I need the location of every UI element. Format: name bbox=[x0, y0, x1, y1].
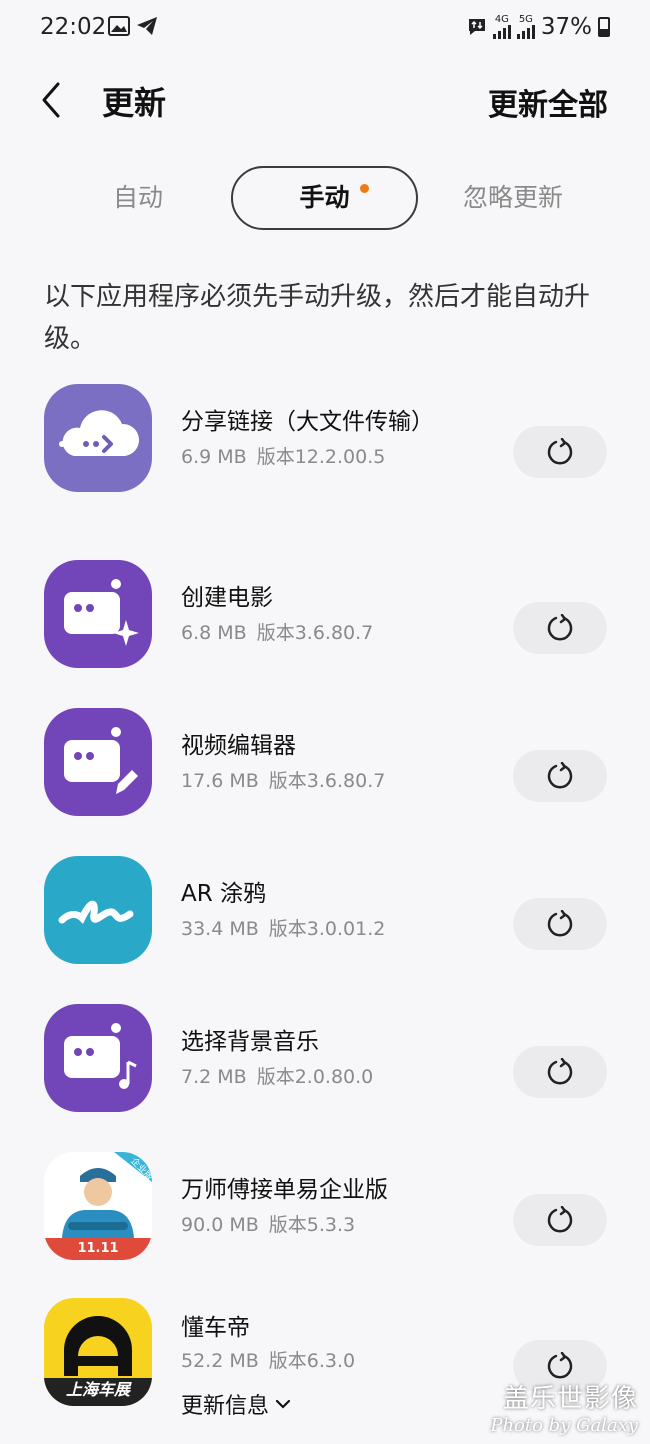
refresh-icon bbox=[547, 614, 573, 641]
app-name: 视频编辑器 bbox=[181, 733, 296, 759]
app-name: 创建电影 bbox=[181, 585, 273, 611]
app-list-item[interactable]: 企业版 11.11 万师傅接单易企业版 90.0 MB 版本5.3.3 bbox=[0, 1152, 650, 1292]
icon-banner: 11.11 bbox=[77, 1241, 119, 1256]
update-button[interactable] bbox=[513, 602, 607, 654]
app-bar: 更新 更新全部 bbox=[0, 70, 650, 130]
background-music-icon bbox=[44, 1004, 152, 1112]
app-size: 52.2 MB bbox=[181, 1350, 259, 1372]
refresh-icon bbox=[547, 1058, 573, 1085]
signal-5g: 5G bbox=[516, 15, 535, 39]
data-transfer-icon bbox=[468, 19, 485, 35]
app-version: 版本2.0.80.0 bbox=[256, 1066, 374, 1088]
app-size: 6.9 MB bbox=[181, 446, 247, 468]
update-button[interactable] bbox=[513, 1046, 607, 1098]
chevron-down-icon bbox=[275, 1399, 291, 1409]
battery-icon bbox=[598, 17, 610, 37]
app-size: 7.2 MB bbox=[181, 1066, 247, 1088]
tab-manual-label: 手动 bbox=[299, 183, 350, 212]
app-name: 懂车帝 bbox=[181, 1315, 250, 1341]
app-version: 版本5.3.3 bbox=[268, 1214, 356, 1236]
ar-doodle-icon bbox=[44, 856, 152, 964]
tab-auto[interactable]: 自动 bbox=[80, 166, 196, 230]
movie-maker-icon bbox=[44, 560, 152, 668]
tab-ignore-updates[interactable]: 忽略更新 bbox=[448, 166, 578, 230]
manual-update-description: 以下应用程序必须先手动升级，然后才能自动升级。 bbox=[44, 282, 591, 354]
app-name: 万师傅接单易企业版 bbox=[181, 1177, 388, 1203]
update-button[interactable] bbox=[513, 750, 607, 802]
app-meta: 7.2 MB 版本2.0.80.0 bbox=[181, 1062, 373, 1089]
app-meta: 90.0 MB 版本5.3.3 bbox=[181, 1210, 355, 1237]
app-version: 版本6.3.0 bbox=[268, 1350, 356, 1372]
update-button[interactable] bbox=[513, 1194, 607, 1246]
app-meta: 17.6 MB 版本3.6.80.7 bbox=[181, 766, 385, 793]
update-button[interactable] bbox=[513, 426, 607, 478]
app-meta: 6.8 MB 版本3.6.80.7 bbox=[181, 618, 373, 645]
watermark-title: 盖乐世影像 bbox=[502, 1384, 638, 1414]
update-button[interactable] bbox=[513, 898, 607, 950]
app-version: 版本3.0.01.2 bbox=[268, 918, 386, 940]
refresh-icon bbox=[547, 1206, 573, 1233]
app-name: 分享链接（大文件传输） bbox=[181, 409, 434, 435]
app-version: 版本3.6.80.7 bbox=[256, 622, 374, 644]
update-all-button[interactable]: 更新全部 bbox=[488, 80, 608, 124]
app-list-item[interactable]: 选择背景音乐 7.2 MB 版本2.0.80.0 bbox=[0, 1004, 650, 1144]
page-title: 更新 bbox=[102, 84, 167, 122]
gallery-notification-icon bbox=[108, 16, 130, 36]
app-list-item[interactable]: AR 涂鸦 33.4 MB 版本3.0.01.2 bbox=[0, 856, 650, 996]
icon-banner: 上海车展 bbox=[65, 1380, 130, 1399]
app-size: 6.8 MB bbox=[181, 622, 247, 644]
app-size: 17.6 MB bbox=[181, 770, 259, 792]
status-bar: 22:02 4G 5G 37% bbox=[0, 0, 650, 58]
refresh-icon bbox=[547, 762, 573, 789]
app-meta: 6.9 MB 版本12.2.00.5 bbox=[181, 442, 385, 469]
app-version: 版本3.6.80.7 bbox=[268, 770, 386, 792]
cloud-share-icon bbox=[44, 384, 152, 492]
app-name: 选择背景音乐 bbox=[181, 1029, 319, 1055]
signal-4g: 4G bbox=[492, 15, 511, 39]
update-info-label: 更新信息 bbox=[181, 1394, 270, 1419]
filter-tabs: 自动 手动 忽略更新 bbox=[0, 166, 650, 232]
refresh-icon bbox=[547, 910, 573, 937]
worker-avatar-icon: 企业版 11.11 bbox=[44, 1152, 152, 1260]
video-editor-icon bbox=[44, 708, 152, 816]
app-name: AR 涂鸦 bbox=[181, 881, 267, 907]
signal-bars-icon bbox=[492, 23, 511, 39]
app-meta: 52.2 MB 版本6.3.0 bbox=[181, 1346, 355, 1373]
app-version: 版本12.2.00.5 bbox=[256, 446, 386, 468]
dongchedi-icon: 上海车展 bbox=[44, 1298, 152, 1406]
app-size: 90.0 MB bbox=[181, 1214, 259, 1236]
app-list-item[interactable]: 分享链接（大文件传输） 6.9 MB 版本12.2.00.5 bbox=[0, 384, 650, 524]
app-list-item[interactable]: 视频编辑器 17.6 MB 版本3.6.80.7 bbox=[0, 708, 650, 848]
signal-bars-icon bbox=[516, 23, 535, 39]
watermark-subtitle: Photo by Galaxy bbox=[490, 1415, 638, 1436]
battery-percent: 37% bbox=[540, 14, 592, 40]
update-info-toggle[interactable]: 更新信息 bbox=[181, 1388, 291, 1420]
back-arrow-icon[interactable] bbox=[36, 78, 68, 122]
tab-manual[interactable]: 手动 bbox=[231, 166, 418, 230]
photo-watermark: 盖乐世影像 Photo by Galaxy bbox=[490, 1378, 638, 1436]
app-list-item[interactable]: 创建电影 6.8 MB 版本3.6.80.7 bbox=[0, 560, 650, 700]
refresh-icon bbox=[547, 438, 573, 465]
app-meta: 33.4 MB 版本3.0.01.2 bbox=[181, 914, 385, 941]
app-size: 33.4 MB bbox=[181, 918, 259, 940]
telegram-notification-icon bbox=[137, 17, 157, 35]
new-indicator-dot bbox=[360, 184, 369, 193]
refresh-icon bbox=[547, 1352, 573, 1379]
status-time: 22:02 bbox=[40, 14, 107, 40]
